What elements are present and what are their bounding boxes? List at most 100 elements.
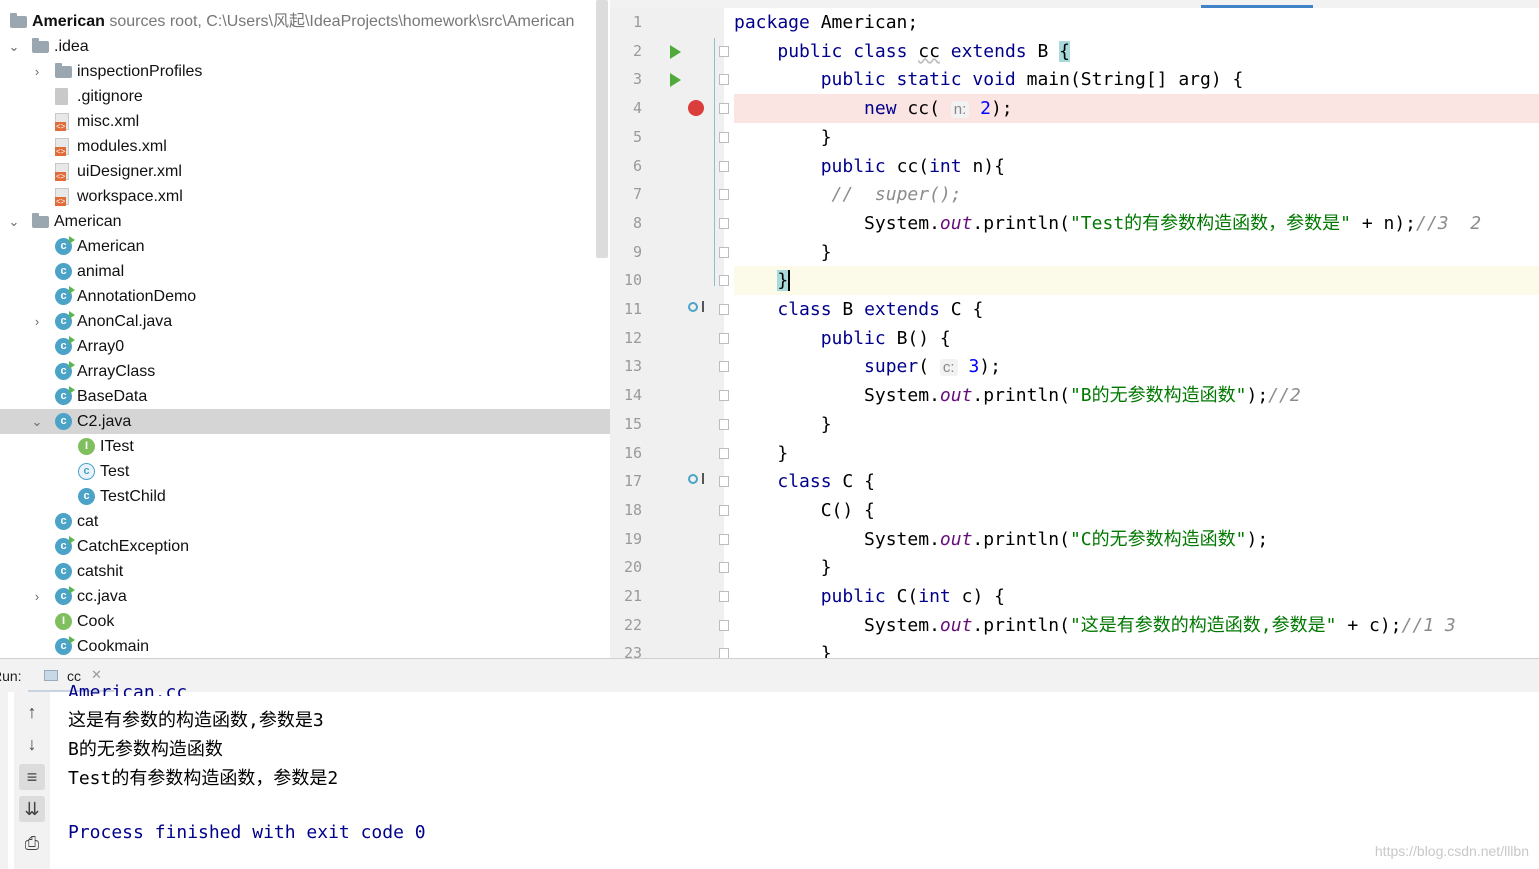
tree-item-label: inspectionProfiles (77, 63, 203, 80)
code-line[interactable]: 16 } (610, 439, 1539, 468)
code-line[interactable]: 7 // super(); (610, 180, 1539, 209)
tree-item[interactable]: c ArrayClass (0, 359, 610, 384)
code-line[interactable]: 2 public class cc extends B { (610, 37, 1539, 66)
code-line[interactable]: 11 class B extends C { (610, 295, 1539, 324)
fold-marker-icon[interactable] (719, 45, 729, 57)
overridden-gutter-icon[interactable] (688, 473, 704, 485)
code-line[interactable]: 3 public static void main(String[] arg) … (610, 65, 1539, 94)
tree-item[interactable]: c American (0, 234, 610, 259)
tree-item[interactable]: c CatchException (0, 534, 610, 559)
code-line[interactable]: 20 } (610, 553, 1539, 582)
run-gutter-icon[interactable] (670, 44, 681, 59)
code-text: } (734, 413, 832, 435)
tree-item[interactable]: c catshit (0, 559, 610, 584)
tree-item[interactable]: c Array0 (0, 334, 610, 359)
print-icon[interactable]: ⎙ (19, 830, 45, 856)
tree-scrollbar[interactable] (596, 0, 608, 258)
fold-marker-icon[interactable] (719, 476, 729, 488)
code-line[interactable]: 23 } (610, 639, 1539, 658)
java-class-runnable-icon: c (55, 236, 75, 255)
tree-item-label: modules.xml (77, 138, 167, 155)
code-line[interactable]: 18 C() { (610, 496, 1539, 525)
code-token: public static void (820, 69, 1027, 91)
close-icon[interactable]: ✕ (91, 667, 102, 683)
fold-marker-icon[interactable] (719, 246, 729, 258)
fold-marker-icon[interactable] (719, 390, 729, 402)
code-line[interactable]: 13 super( c: 3); (610, 352, 1539, 381)
tree-item[interactable]: c animal (0, 259, 610, 284)
code-line[interactable]: 6 public cc(int n){ (610, 152, 1539, 181)
tree-item[interactable]: c Test (0, 459, 610, 484)
fold-marker-icon[interactable] (719, 648, 729, 658)
interface-icon: I (55, 613, 72, 630)
code-line[interactable]: 17 class C { (610, 467, 1539, 496)
tree-item[interactable]: › c cc.java (0, 584, 610, 609)
code-text: } (734, 126, 832, 148)
code-line[interactable]: 4 new cc( n: 2); (610, 94, 1539, 124)
tree-item[interactable]: workspace.xml (0, 184, 610, 209)
tree-item[interactable]: uiDesigner.xml (0, 159, 610, 184)
code-line[interactable]: 8 System.out.println("Test的有参数构造函数，参数是" … (610, 209, 1539, 238)
fold-marker-icon[interactable] (719, 447, 729, 459)
overridden-gutter-icon[interactable] (688, 301, 704, 312)
tree-item[interactable]: I Cook (0, 609, 610, 634)
fold-marker-icon[interactable] (719, 533, 729, 545)
run-console[interactable]: ↑ ↓ ≡ ⇊ ⎙ American.cc 这是有参数的构造函数,参数是3 B的… (0, 682, 1539, 869)
chevron-right-icon[interactable]: › (31, 584, 43, 609)
tree-item[interactable]: I ITest (0, 434, 610, 459)
code-line[interactable]: 19 System.out.println("C的无参数构造函数"); (610, 525, 1539, 554)
tree-item[interactable]: › c AnonCal.java (0, 309, 610, 334)
code-line[interactable]: 14 System.out.println("B的无参数构造函数");//2 (610, 381, 1539, 410)
tree-item[interactable]: c TestChild (0, 484, 610, 509)
chevron-right-icon[interactable]: › (31, 59, 43, 84)
code-line[interactable]: 10 } (610, 266, 1539, 296)
fold-marker-icon[interactable] (719, 189, 729, 201)
fold-marker-icon[interactable] (719, 332, 729, 344)
tree-item[interactable]: c AnnotationDemo (0, 284, 610, 309)
tree-item[interactable]: › inspectionProfiles (0, 59, 610, 84)
scroll-up-arrow-icon[interactable]: ↑ (19, 699, 45, 725)
scroll-down-arrow-icon[interactable]: ↓ (19, 731, 45, 757)
code-line[interactable]: 1 package American; (610, 8, 1539, 37)
tree-item[interactable]: c Cookmain (0, 634, 610, 658)
code-editor[interactable]: 1 package American; 2 public class cc exte… (610, 8, 1539, 658)
fold-marker-icon[interactable] (719, 160, 729, 172)
chevron-down-icon[interactable]: ⌄ (8, 209, 20, 234)
breakpoint-icon[interactable] (688, 100, 704, 117)
fold-marker-icon[interactable] (719, 418, 729, 430)
line-number: 14 (623, 386, 642, 405)
code-line[interactable]: 5 } (610, 123, 1539, 152)
tree-item[interactable]: .gitignore (0, 84, 610, 109)
code-line[interactable]: 12 public B() { (610, 324, 1539, 353)
code-line[interactable]: 22 System.out.println("这是有参数的构造函数,参数是" +… (610, 611, 1539, 640)
fold-marker-icon[interactable] (719, 103, 729, 115)
tree-item[interactable]: misc.xml (0, 109, 610, 134)
scroll-to-end-icon[interactable]: ⇊ (19, 796, 45, 822)
tree-item[interactable]: c BaseData (0, 384, 610, 409)
tree-item[interactable]: modules.xml (0, 134, 610, 159)
tree-root[interactable]: American sources root, C:\Users\风起\IdeaP… (0, 9, 610, 34)
fold-marker-icon[interactable] (719, 217, 729, 229)
fold-marker-icon[interactable] (719, 562, 729, 574)
tree-item[interactable]: c cat (0, 509, 610, 534)
fold-marker-icon[interactable] (719, 591, 729, 602)
fold-marker-icon[interactable] (719, 74, 729, 86)
chevron-down-icon[interactable]: ⌄ (31, 409, 43, 434)
tree-item[interactable]: ⌄ .idea (0, 34, 610, 59)
code-line[interactable]: 15 } (610, 410, 1539, 439)
fold-marker-icon[interactable] (719, 619, 729, 631)
chevron-down-icon[interactable]: ⌄ (8, 34, 20, 59)
tree-item[interactable]: ⌄ c C2.java (0, 409, 610, 434)
chevron-right-icon[interactable]: › (31, 309, 43, 334)
fold-marker-icon[interactable] (719, 504, 729, 516)
code-text: System.out.println("C的无参数构造函数"); (734, 528, 1269, 550)
fold-marker-icon[interactable] (719, 361, 729, 373)
code-line[interactable]: 21 public C(int c) { (610, 582, 1539, 611)
code-line[interactable]: 9 } (610, 238, 1539, 267)
tree-item[interactable]: ⌄ American (0, 209, 610, 234)
fold-marker-icon[interactable] (719, 304, 729, 315)
run-gutter-icon[interactable] (670, 73, 681, 88)
fold-marker-icon[interactable] (719, 275, 729, 287)
fold-marker-icon[interactable] (719, 131, 729, 143)
soft-wrap-icon[interactable]: ≡ (19, 764, 45, 790)
